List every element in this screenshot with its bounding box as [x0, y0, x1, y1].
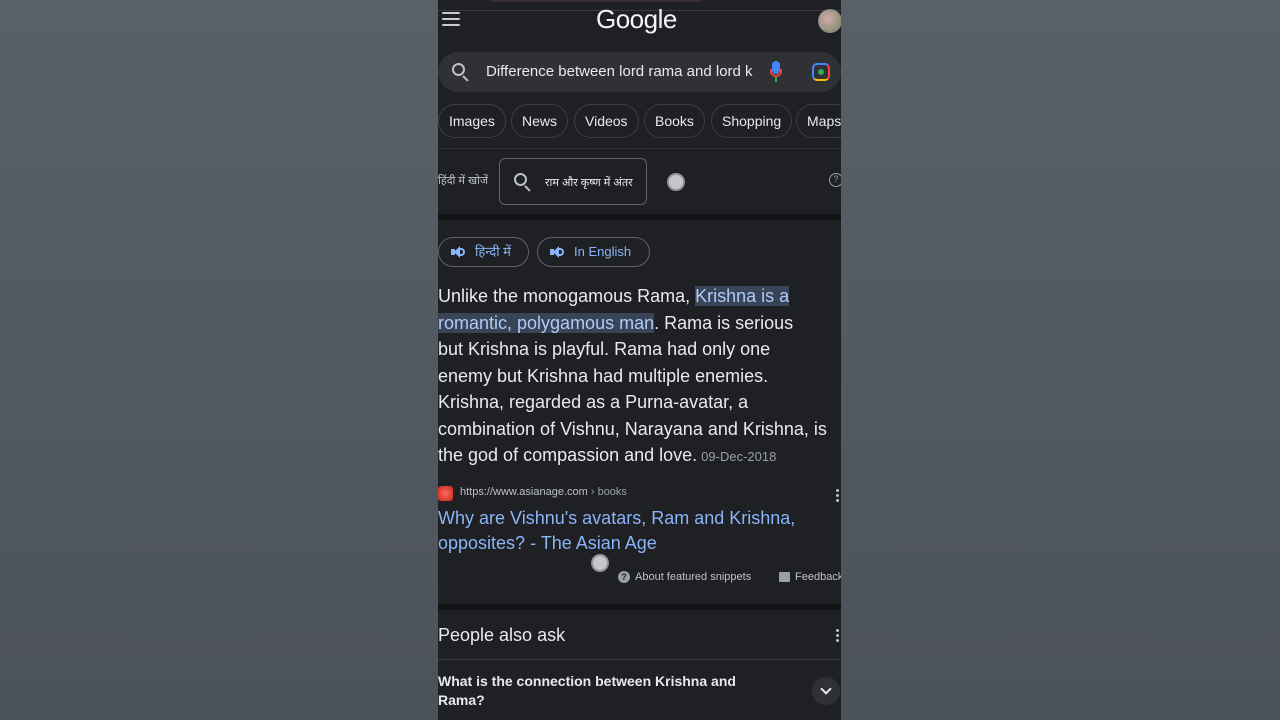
notification-pill	[490, 0, 702, 2]
snippet-text: combination of Vishnu, Narayana and Kris…	[438, 418, 827, 439]
expand-question-button[interactable]	[812, 677, 840, 705]
chip-news[interactable]: News	[511, 104, 569, 138]
snippet-text: Unlike the monogamous Rama,	[438, 286, 696, 306]
listen-english-label: In English	[574, 244, 632, 259]
snippet-meta-row: ? About featured snippets Feedback	[438, 571, 841, 585]
chips-divider	[438, 148, 841, 149]
people-also-ask-title: People also ask	[438, 625, 566, 645]
result-title-line: opposites? - The Asian Age	[438, 532, 657, 553]
more-options-icon[interactable]	[836, 489, 840, 504]
hamburger-menu-icon[interactable]	[442, 12, 460, 26]
hindi-search-label: हिंदी में खोजें	[438, 175, 489, 187]
paa-question-line: What is the connection between Krishna a…	[438, 673, 736, 689]
feedback-icon	[779, 572, 790, 582]
hindi-search-row: हिंदी में खोजें राम और कृष्ण में अंतर ?	[438, 152, 841, 212]
section-divider	[438, 604, 841, 610]
phone-screen: Google Difference between lord rama and …	[438, 0, 841, 720]
touch-indicator	[591, 554, 609, 572]
hindi-search-suggestion[interactable]: राम और कृष्ण में अंतर	[499, 158, 647, 205]
result-title-link[interactable]: Why are Vishnu's avatars, Ram and Krishn…	[438, 506, 795, 555]
snippet-highlight: romantic, polygamous man	[438, 312, 655, 333]
paa-question-line: Rama?	[438, 692, 485, 708]
snippet-text: . Rama is serious	[654, 312, 794, 333]
source-row: https://www.asianage.com › books	[438, 485, 841, 504]
snippet-text: enemy but Krishna had multiple enemies.	[438, 365, 769, 386]
video-background-right	[841, 0, 1280, 720]
chevron-down-icon	[820, 683, 832, 695]
search-bar[interactable]: Difference between lord rama and lord k	[438, 52, 841, 92]
listen-english-button[interactable]: In English	[537, 237, 650, 267]
snippet-highlight: Krishna is a	[695, 286, 790, 306]
search-icon	[452, 63, 470, 82]
more-options-icon[interactable]	[836, 629, 840, 644]
snippet-text: but Krishna is playful. Rama had only on…	[438, 339, 771, 359]
paa-divider	[438, 659, 841, 660]
source-url[interactable]: https://www.asianage.com › books	[460, 486, 627, 498]
question-icon: ?	[618, 571, 630, 583]
chip-videos[interactable]: Videos	[574, 104, 639, 138]
search-input[interactable]: Difference between lord rama and lord k	[486, 63, 758, 80]
about-featured-snippets-link[interactable]: About featured snippets	[635, 571, 751, 583]
featured-snippet-text: Unlike the monogamous Rama, Krishna is a…	[438, 283, 841, 471]
touch-indicator	[667, 173, 685, 191]
google-logo[interactable]: Google	[596, 4, 677, 35]
site-favicon	[438, 486, 453, 501]
help-icon[interactable]: ?	[829, 173, 841, 187]
chip-maps[interactable]: Maps	[796, 104, 841, 138]
source-path: › books	[587, 486, 627, 498]
snippet-text: Krishna, regarded as a Purna-avatar, a	[438, 392, 749, 412]
snippet-date: 09-Dec-2018	[701, 449, 777, 464]
chip-books[interactable]: Books	[644, 104, 705, 138]
source-domain: https://www.asianage.com	[460, 486, 588, 498]
video-background-left	[0, 0, 438, 720]
search-icon	[514, 173, 532, 192]
section-divider	[438, 214, 841, 220]
paa-question[interactable]: What is the connection between Krishna a…	[438, 672, 768, 710]
top-bar: Google	[438, 0, 841, 44]
speaker-icon	[451, 246, 465, 258]
chip-images[interactable]: Images	[438, 104, 506, 138]
google-lens-icon[interactable]	[812, 63, 830, 81]
result-title-line: Why are Vishnu's avatars, Ram and Krishn…	[438, 508, 796, 528]
listen-hindi-button[interactable]: हिन्दी में	[438, 237, 529, 267]
snippet-text: the god of compassion and love.	[438, 445, 698, 465]
listen-hindi-label: हिन्दी में	[475, 244, 511, 259]
feedback-link[interactable]: Feedback	[795, 571, 841, 583]
chip-shopping[interactable]: Shopping	[711, 104, 793, 138]
account-avatar[interactable]	[818, 9, 841, 33]
hindi-query-text: राम और कृष्ण में अंतर	[545, 177, 633, 189]
microphone-icon[interactable]	[770, 61, 782, 83]
speaker-icon	[550, 246, 564, 258]
